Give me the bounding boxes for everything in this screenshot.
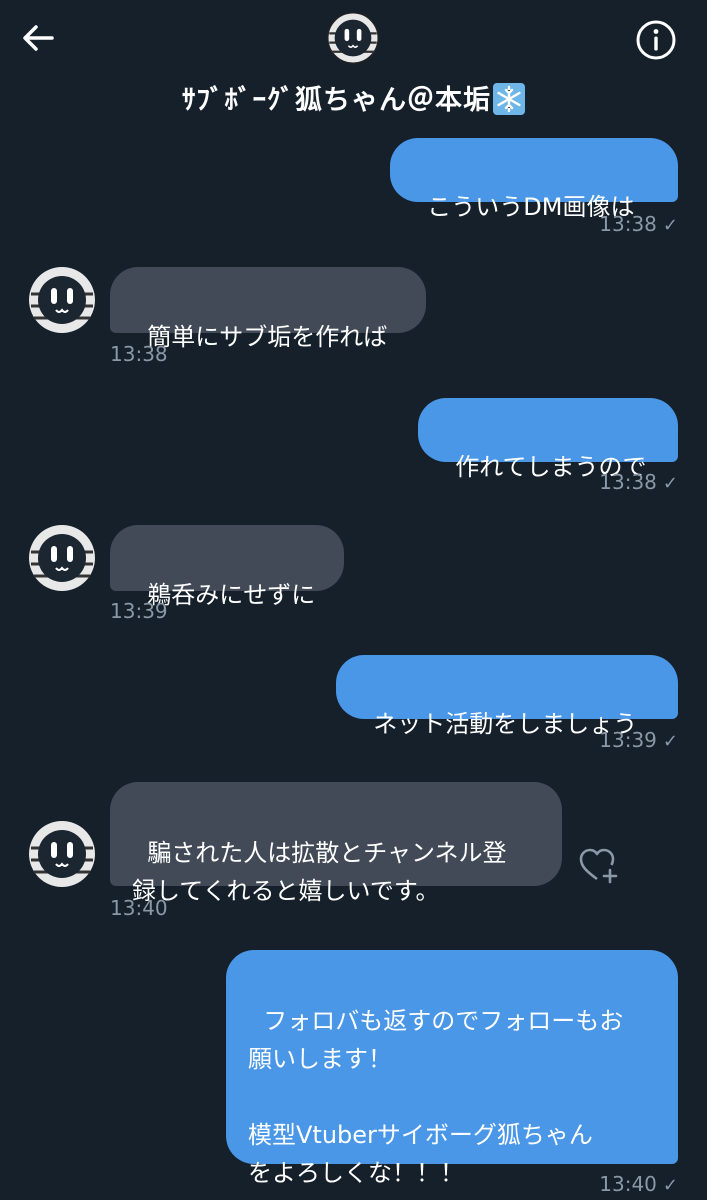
- back-button[interactable]: [18, 18, 58, 58]
- avatar-image: [29, 821, 95, 887]
- sent-check-icon: ✓: [662, 1175, 678, 1196]
- heart-plus-icon: [579, 848, 618, 884]
- message-timestamp: 13:38: [110, 342, 168, 366]
- message-bubble-sent[interactable]: ネット活動をしましょう: [336, 655, 678, 738]
- message-timestamp: 13:38 ✓: [520, 212, 678, 236]
- message-bubble-sent[interactable]: こういうDM画像は: [390, 138, 678, 221]
- avatar-image: [29, 525, 95, 591]
- message-bubble-received[interactable]: 鵜呑みにせずに: [110, 525, 344, 609]
- contact-name: ｻﾌﾞﾎﾞｰｸﾞ狐ちゃん＠本垢: [182, 85, 491, 116]
- sender-avatar[interactable]: [28, 820, 96, 888]
- message-text: フォロバも返すのでフォローもお 願いします！ 模型Vtuberサイボーグ狐ちゃん…: [248, 1007, 624, 1187]
- message-bubble-received[interactable]: 騙された人は拡散とチャンネル登 録してくれると嬉しいです。: [110, 782, 562, 905]
- sent-check-icon: ✓: [662, 215, 678, 236]
- message-bubble-received[interactable]: 簡単にサブ垢を作れば: [110, 267, 426, 351]
- info-circle-icon: [636, 20, 676, 60]
- header-avatar[interactable]: [327, 12, 379, 64]
- message-timestamp: 13:40: [110, 896, 168, 920]
- timestamp-text: 13:38: [599, 212, 657, 236]
- message-bubble-sent[interactable]: 作れてしまうので: [418, 398, 678, 481]
- conversation-info-button[interactable]: [634, 18, 678, 62]
- message-text: 簡単にサブ垢を作れば: [147, 323, 388, 351]
- sender-avatar[interactable]: [28, 524, 96, 592]
- timestamp-text: 13:39: [599, 728, 657, 752]
- message-timestamp: 13:40 ✓: [520, 1172, 678, 1196]
- timestamp-text: 13:40: [599, 1172, 657, 1196]
- timestamp-text: 13:38: [110, 342, 168, 366]
- message-timestamp: 13:38 ✓: [520, 470, 678, 494]
- arrow-left-icon: [23, 25, 54, 51]
- timestamp-text: 13:38: [599, 470, 657, 494]
- timestamp-text: 13:39: [110, 599, 168, 623]
- conversation-header: ｻﾌﾞﾎﾞｰｸﾞ狐ちゃん＠本垢: [0, 0, 707, 130]
- timestamp-text: 13:40: [110, 896, 168, 920]
- message-text: 鵜呑みにせずに: [147, 581, 316, 609]
- avatar-image: [327, 12, 379, 64]
- message-timestamp: 13:39: [110, 599, 168, 623]
- sent-check-icon: ✓: [662, 473, 678, 494]
- message-text: 騙された人は拡散とチャンネル登 録してくれると嬉しいです。: [132, 839, 507, 905]
- sent-check-icon: ✓: [662, 731, 678, 752]
- react-button[interactable]: [578, 846, 620, 884]
- message-bubble-sent[interactable]: フォロバも返すのでフォローもお 願いします！ 模型Vtuberサイボーグ狐ちゃん…: [226, 950, 678, 1187]
- conversation-title[interactable]: ｻﾌﾞﾎﾞｰｸﾞ狐ちゃん＠本垢: [0, 78, 707, 117]
- avatar-image: [29, 267, 95, 333]
- message-timestamp: 13:39 ✓: [520, 728, 678, 752]
- snowflake-icon: [493, 83, 525, 115]
- sender-avatar[interactable]: [28, 266, 96, 334]
